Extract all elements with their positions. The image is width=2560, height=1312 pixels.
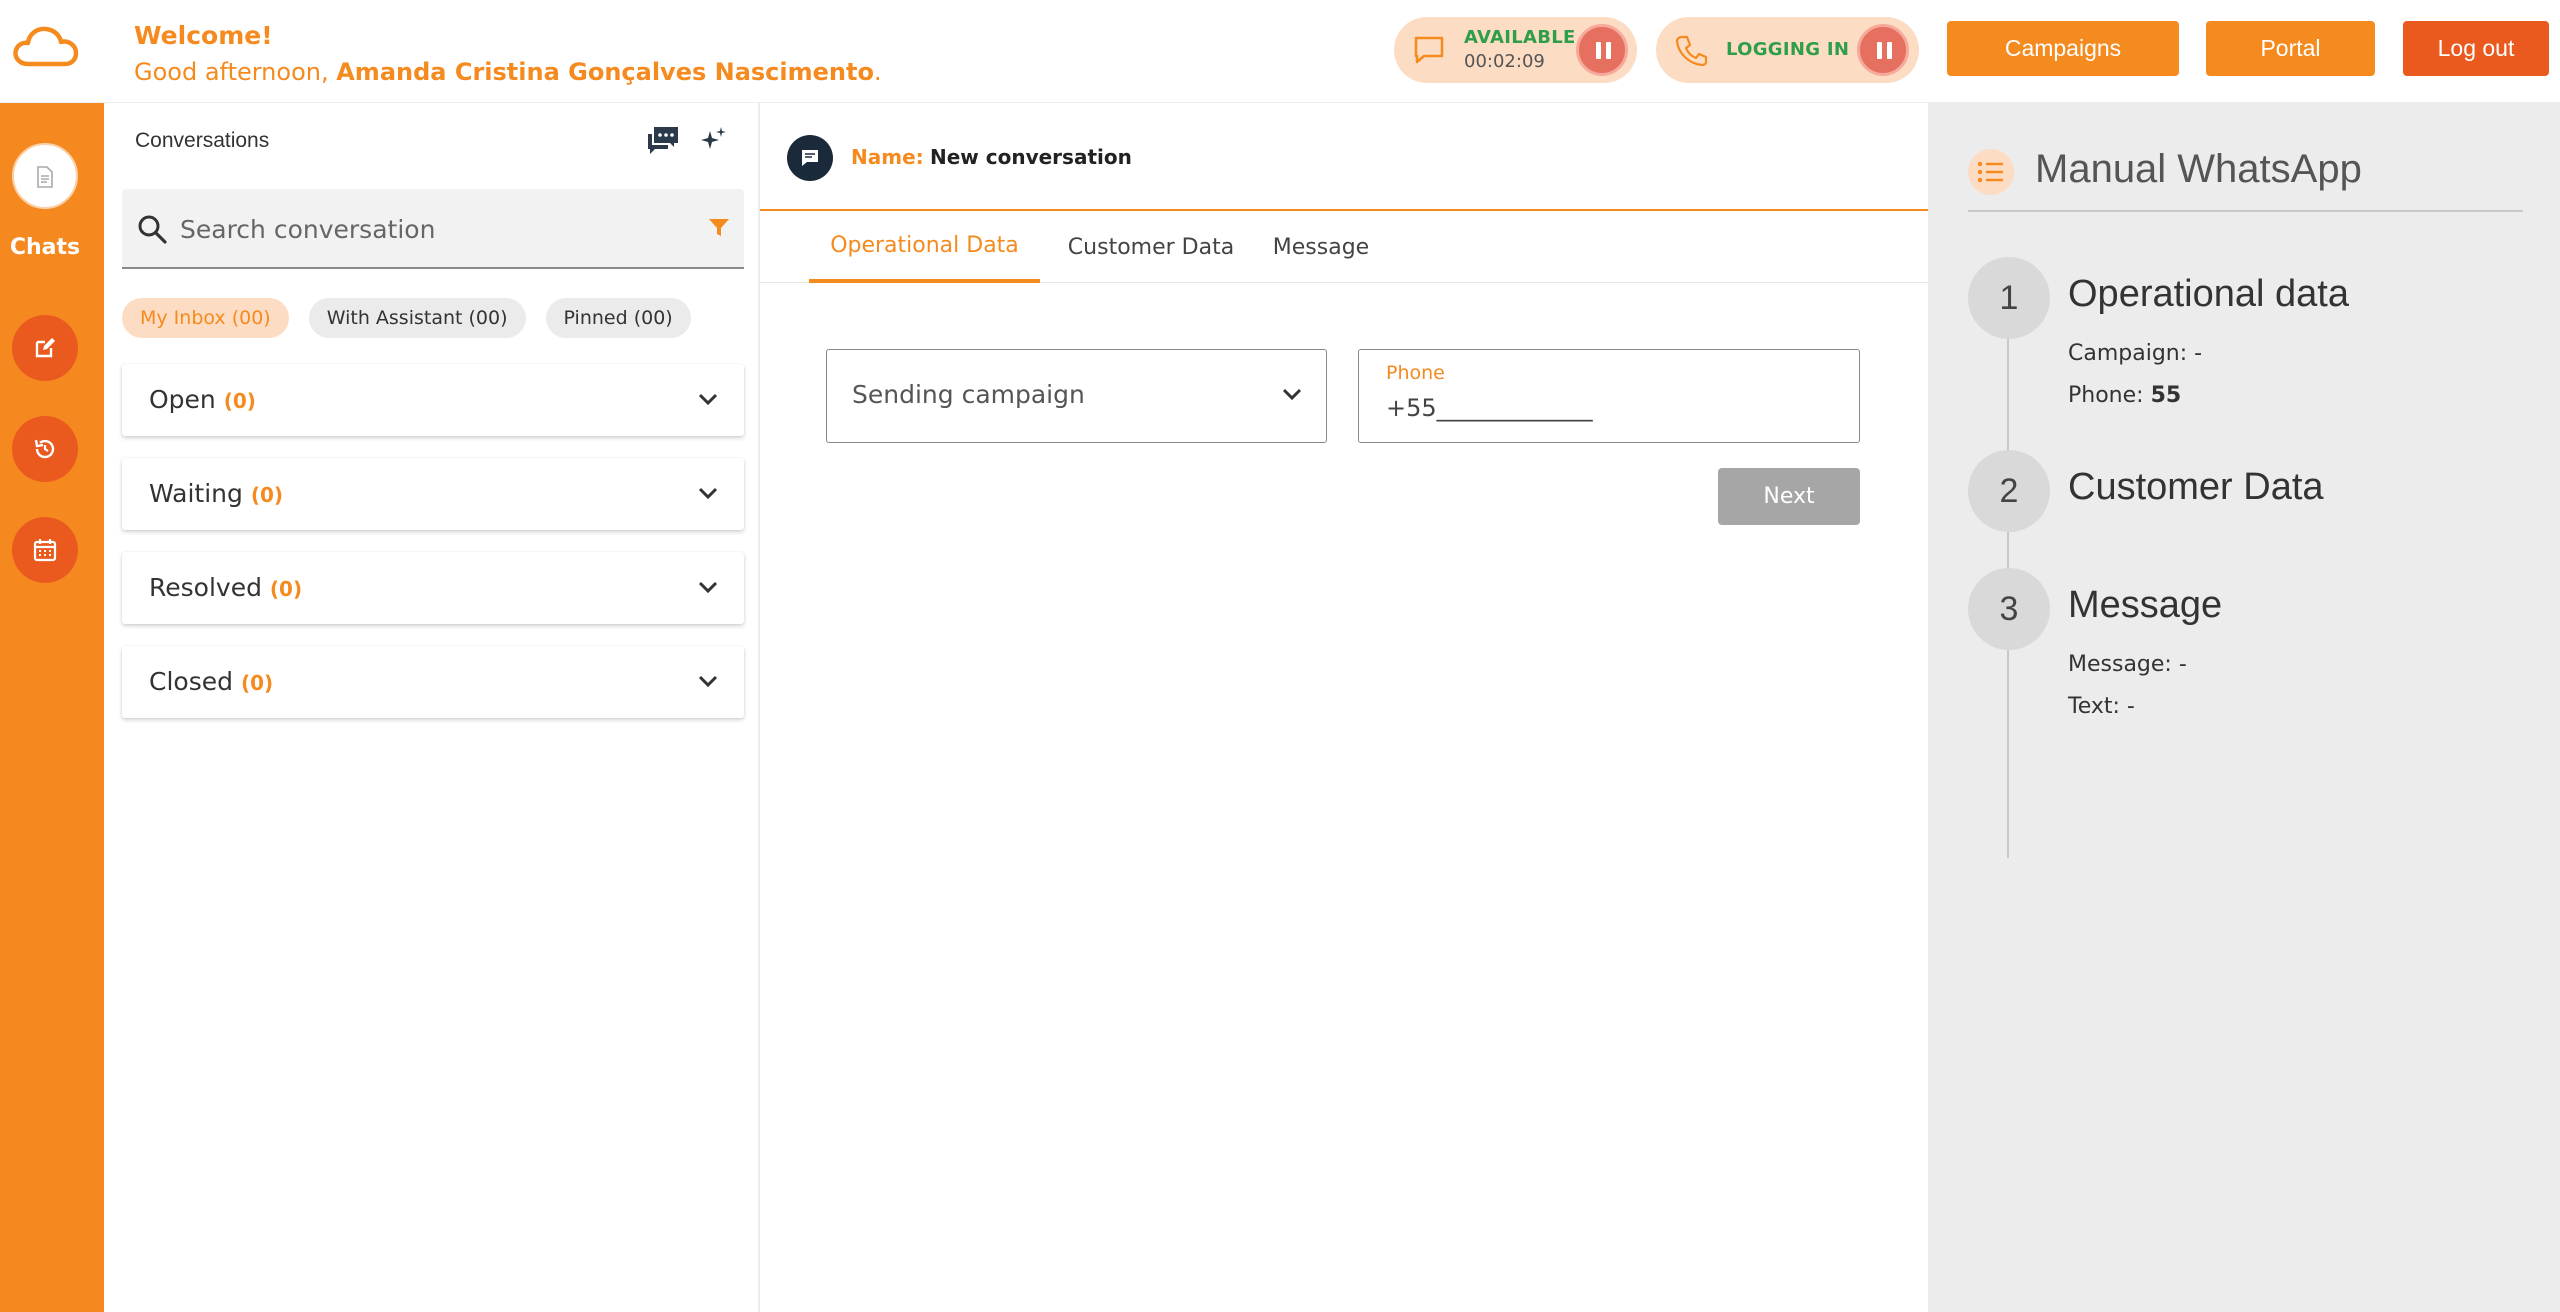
step-number: 3 (1968, 568, 2050, 650)
campaigns-button[interactable]: Campaigns (1947, 21, 2179, 76)
form-tabs: Operational Data Customer Data Message (760, 211, 1928, 283)
chat-bubble-icon (1414, 36, 1444, 64)
phone-field[interactable]: Phone +55_____________ (1358, 349, 1860, 443)
phone-icon (1675, 35, 1708, 66)
step-title: Operational data (2068, 273, 2349, 315)
section-label: Resolved (149, 573, 262, 602)
chevron-down-icon (698, 393, 718, 406)
section-label: Closed (149, 667, 233, 696)
step-title: Customer Data (2068, 466, 2324, 508)
portal-button[interactable]: Portal (2206, 21, 2375, 76)
step-detail: Phone: 55 (2068, 383, 2182, 408)
section-label: Waiting (149, 479, 243, 508)
section-label: Open (149, 385, 216, 414)
chevron-down-icon (1282, 388, 1302, 401)
top-header: Welcome! Good afternoon, Amanda Cristina… (0, 0, 2560, 103)
step-detail: Text: - (2068, 694, 2135, 719)
chat-status-pill: AVAILABLE 00:02:09 (1394, 17, 1637, 83)
tab-message[interactable]: Message (1259, 211, 1383, 283)
sidebar-item-history[interactable] (12, 416, 78, 482)
avatar (787, 135, 833, 181)
step-title: Message (2068, 584, 2223, 626)
inbox-filter-chips: My Inbox (00) With Assistant (00) Pinned… (122, 298, 691, 338)
compose-icon (35, 338, 55, 358)
section-open[interactable]: Open (0) (122, 364, 744, 436)
sidebar-label-chats: Chats (9, 235, 81, 260)
search-box (122, 189, 744, 269)
step-detail: Message: - (2068, 652, 2187, 677)
left-sidebar: Chats (0, 103, 104, 1312)
search-icon (138, 215, 167, 244)
calendar-icon (33, 539, 57, 562)
section-count: (0) (269, 577, 303, 601)
sidebar-item-chats[interactable] (12, 143, 78, 209)
step-number: 1 (1968, 257, 2050, 339)
cloud-logo-icon (13, 26, 79, 67)
chat-status-label: AVAILABLE (1464, 27, 1576, 48)
pause-chat-button[interactable] (1576, 24, 1628, 76)
list-icon (1968, 149, 2014, 195)
tab-customer-data[interactable]: Customer Data (1051, 211, 1251, 283)
name-value: New conversation (930, 145, 1132, 169)
chip-with-assistant[interactable]: With Assistant (00) (308, 298, 526, 338)
chat-status-timer: 00:02:09 (1464, 51, 1545, 72)
name-key: Name: (851, 145, 924, 169)
chevron-down-icon (698, 487, 718, 500)
search-input[interactable] (180, 209, 680, 249)
chevron-down-icon (698, 581, 718, 594)
phone-status-pill: LOGGING IN (1656, 17, 1919, 83)
chevron-down-icon (698, 675, 718, 688)
logout-button[interactable]: Log out (2403, 21, 2549, 76)
stepper-title: Manual WhatsApp (2035, 147, 2362, 191)
phone-status-label: LOGGING IN (1726, 39, 1850, 60)
pause-phone-button[interactable] (1857, 24, 1909, 76)
user-name: Amanda Cristina Gonçalves Nascimento (336, 58, 874, 86)
conversation-detail: Name: New conversation Operational Data … (760, 103, 1928, 1312)
section-resolved[interactable]: Resolved (0) (122, 552, 744, 624)
section-count: (0) (250, 483, 284, 507)
chat-icon (802, 150, 818, 166)
phone-label: Phone (1386, 362, 1445, 384)
next-button[interactable]: Next (1718, 468, 1860, 525)
manual-whatsapp-stepper: Manual WhatsApp 1 Operational data Campa… (1928, 103, 2560, 1312)
history-icon (34, 439, 55, 459)
section-count: (0) (240, 671, 274, 695)
conversation-name: Name: New conversation (851, 145, 1132, 169)
filter-icon[interactable] (708, 218, 730, 238)
welcome-greeting: Welcome! Good afternoon, Amanda Cristina… (134, 18, 882, 90)
document-icon (37, 166, 53, 188)
section-count: (0) (223, 389, 256, 413)
chip-my-inbox[interactable]: My Inbox (00) (122, 298, 289, 338)
conversation-header: Name: New conversation (760, 103, 1928, 211)
chip-pinned[interactable]: Pinned (00) (545, 298, 691, 338)
greeting-line: Good afternoon, Amanda Cristina Gonçalve… (134, 54, 882, 90)
multi-chat-icon[interactable] (646, 125, 680, 157)
sidebar-item-calendar[interactable] (12, 517, 78, 583)
tab-operational-data[interactable]: Operational Data (809, 211, 1040, 283)
step-detail: Campaign: - (2068, 341, 2203, 366)
section-waiting[interactable]: Waiting (0) (122, 458, 744, 530)
sidebar-item-compose[interactable] (12, 315, 78, 381)
section-closed[interactable]: Closed (0) (122, 646, 744, 718)
step-number: 2 (1968, 450, 2050, 532)
greeting-suffix: . (873, 58, 882, 86)
conversations-panel: Conversations My Inbox (00) With Assista… (104, 103, 760, 1312)
sparkle-icon[interactable] (698, 125, 728, 155)
campaign-select-value: Sending campaign (852, 380, 1085, 409)
divider (1968, 210, 2523, 212)
welcome-title: Welcome! (134, 21, 273, 50)
conversations-title: Conversations (135, 129, 270, 152)
greeting-prefix: Good afternoon, (134, 58, 337, 86)
phone-value: +55_____________ (1386, 394, 1593, 422)
campaign-select[interactable]: Sending campaign (826, 349, 1327, 443)
